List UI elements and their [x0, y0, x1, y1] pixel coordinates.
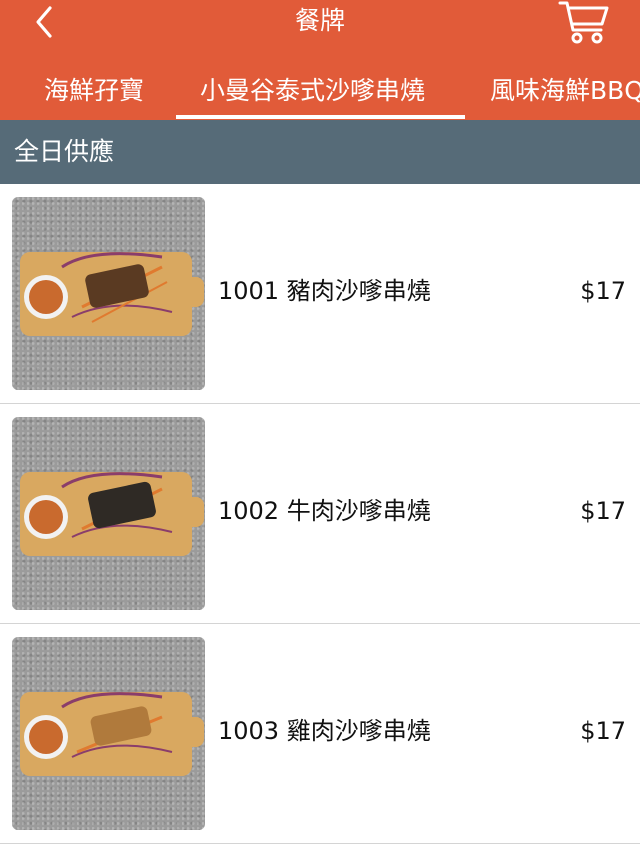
item-name: 1002 牛肉沙嗲串燒: [218, 497, 431, 525]
item-price: $17: [580, 277, 626, 305]
app-header: 餐牌 海鮮孖寶 小曼谷泰式沙嗲串燒 風味海鮮BBQ: [0, 0, 640, 120]
menu-item[interactable]: 1003 雞肉沙嗲串燒 $17: [0, 624, 640, 844]
tab-seafood-bbq[interactable]: 風味海鮮BBQ: [490, 70, 640, 120]
section-header: 全日供應: [0, 120, 640, 184]
selected-tab-indicator: [176, 115, 465, 119]
tab-satay-skewers[interactable]: 小曼谷泰式沙嗲串燒: [200, 70, 425, 120]
menu-item[interactable]: 1002 牛肉沙嗲串燒 $17: [0, 404, 640, 624]
item-name: 1001 豬肉沙嗲串燒: [218, 277, 431, 305]
item-price: $17: [580, 497, 626, 525]
page-title: 餐牌: [294, 6, 345, 35]
category-tabs: 海鮮孖寶 小曼谷泰式沙嗲串燒 風味海鮮BBQ: [0, 70, 640, 120]
item-photo: [12, 197, 205, 390]
item-price: $17: [580, 717, 626, 745]
section-title: 全日供應: [14, 137, 115, 166]
item-name: 1003 雞肉沙嗲串燒: [218, 717, 431, 745]
menu-item[interactable]: 1001 豬肉沙嗲串燒 $17: [0, 184, 640, 404]
tab-seafood-combo[interactable]: 海鮮孖寶: [44, 70, 144, 120]
item-photo: [12, 637, 205, 830]
cart-icon: [558, 1, 609, 44]
cart-button[interactable]: [556, 0, 612, 46]
item-photo: [12, 417, 205, 610]
